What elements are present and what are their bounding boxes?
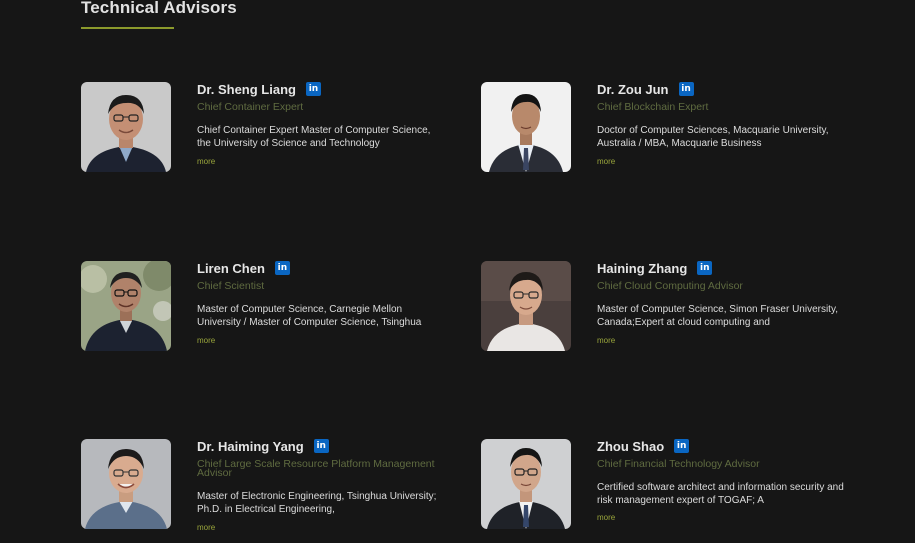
advisor-description: Master of Computer Science, Carnegie Mel… [197,304,422,328]
advisor-role: Chief Scientist [197,280,265,292]
more-link[interactable]: more [597,336,857,345]
advisor-photo [481,82,571,172]
advisor-card: Dr. Haiming Yang in Chief Large Scale Re… [81,438,436,539]
advisor-photo [481,261,571,351]
advisor-name: Dr. Zou Jun [597,81,669,97]
linkedin-icon[interactable]: in [313,439,329,453]
linkedin-icon[interactable]: in [678,82,694,96]
title-underline [81,27,174,29]
advisor-name: Zhou Shao [597,438,665,454]
more-link[interactable]: more [197,336,457,345]
advisor-description: Master of Computer Science, Simon Fraser… [597,304,839,328]
advisor-role: Chief Cloud Computing Advisor [597,280,743,292]
advisor-name: Dr. Haiming Yang [197,438,304,454]
advisor-card: Dr. Sheng Liang in Chief Container Exper… [81,81,430,182]
advisor-role: Chief Financial Technology Advisor [597,458,760,470]
advisor-photo [81,82,171,172]
more-link[interactable]: more [197,157,457,166]
advisor-photo [481,439,571,529]
linkedin-icon[interactable]: in [697,261,713,275]
advisor-description: Doctor of Computer Sciences, Macquarie U… [597,125,829,149]
advisor-name: Dr. Sheng Liang [197,81,296,97]
advisor-role: Chief Container Expert [197,101,304,113]
linkedin-icon[interactable]: in [305,82,321,96]
advisor-card: Liren Chen in Chief Scientist Master of … [81,260,421,361]
more-link[interactable]: more [597,513,857,522]
advisor-role: Chief Large Scale Resource Platform Mana… [197,458,435,479]
advisor-name: Haining Zhang [597,260,688,276]
advisor-photo [81,261,171,351]
advisor-description: Master of Electronic Engineering, Tsingh… [197,491,437,515]
advisor-role: Chief Blockchain Expert [597,101,709,113]
advisor-name: Liren Chen [197,260,265,276]
advisor-description: Certified software architect and informa… [597,482,844,506]
advisor-description: Chief Container Expert Master of Compute… [197,125,431,149]
section-title: Technical Advisors [81,0,237,17]
more-link[interactable]: more [197,523,457,532]
advisor-card: Haining Zhang in Chief Cloud Computing A… [481,260,838,361]
advisor-card: Zhou Shao in Chief Financial Technology … [481,438,844,539]
advisor-card: Dr. Zou Jun in Chief Blockchain Expert D… [481,81,829,182]
more-link[interactable]: more [597,157,857,166]
advisor-photo [81,439,171,529]
linkedin-icon[interactable]: in [674,439,690,453]
linkedin-icon[interactable]: in [274,261,290,275]
